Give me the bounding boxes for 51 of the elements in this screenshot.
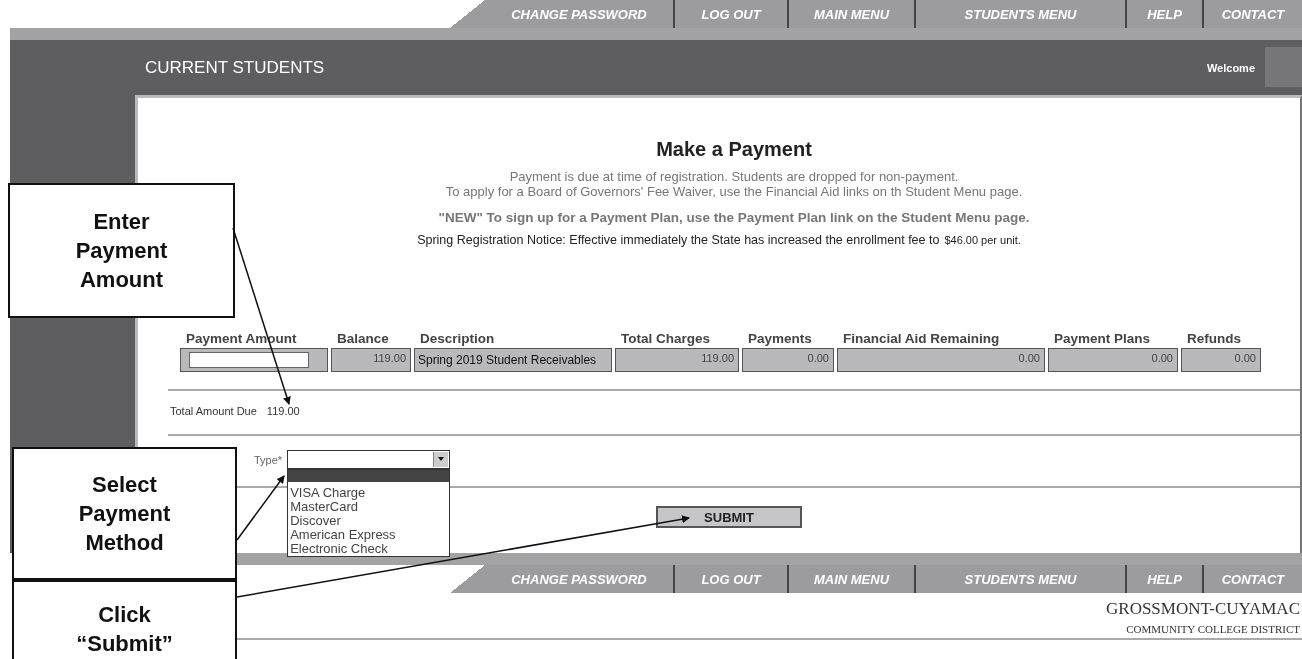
callout-text: Click “Submit” bbox=[75, 601, 174, 658]
registration-notice: Spring Registration Notice: Effective immediately the State has increased the enrollment fee to bbox=[417, 233, 940, 247]
nav-link[interactable]: LOG OUT bbox=[673, 0, 787, 28]
payment-notice: Payment is due at time of registration. Students are dropped for non-payment. bbox=[509, 169, 959, 184]
nav-link[interactable]: LOG OUT bbox=[673, 565, 787, 593]
district-logo-name: GROSSMONT-CUYAMAC bbox=[1106, 599, 1300, 619]
column-header: Balance bbox=[336, 331, 390, 346]
payment-type-label: Type* bbox=[254, 453, 283, 466]
column-header: Refunds bbox=[1186, 331, 1242, 346]
section-title: CURRENT STUDENTS bbox=[144, 57, 326, 78]
payment-notice: To apply for a Board of Governors' Fee Waiver, use the Financial Aid links on th Student Menu page. bbox=[445, 184, 1023, 199]
page-title: Make a Payment bbox=[655, 138, 813, 161]
total-value: 119.00 bbox=[266, 405, 300, 417]
fee-amount: $46.00 per unit. bbox=[944, 234, 1021, 246]
nav-link[interactable]: STUDENTS MENU bbox=[914, 565, 1125, 593]
payment-type-dropdown[interactable] bbox=[287, 450, 451, 469]
column-header: Financial Aid Remaining bbox=[842, 331, 1001, 346]
district-logo-subtitle: COMMUNITY COLLEGE DISTRICT bbox=[1126, 623, 1300, 635]
table-cell: 0.00 bbox=[837, 348, 1045, 372]
payment-amount-field[interactable] bbox=[189, 352, 309, 368]
table-cell: 0.00 bbox=[1048, 348, 1178, 372]
welcome-text: Welcome bbox=[1206, 61, 1255, 74]
nav-link[interactable]: CHANGE PASSWORD bbox=[485, 565, 673, 593]
nav-link[interactable]: CONTACT bbox=[1202, 0, 1302, 28]
nav-link[interactable]: HELP bbox=[1125, 0, 1202, 28]
dropdown-option[interactable]: MasterCard bbox=[288, 500, 450, 514]
user-name-panel bbox=[1265, 47, 1302, 87]
total-label: Total Amount Due bbox=[170, 405, 257, 417]
column-header: Total Charges bbox=[620, 331, 711, 346]
column-header: Description bbox=[419, 331, 496, 346]
dropdown-option[interactable]: American Express bbox=[288, 528, 450, 542]
table-cell: Spring 2019 Student Receivables bbox=[414, 348, 612, 372]
callout-text: Select Payment Method bbox=[77, 471, 172, 557]
table-cell: 0.00 bbox=[742, 348, 834, 372]
table-cell: 119.00 bbox=[331, 348, 411, 372]
nav-link[interactable]: HELP bbox=[1125, 565, 1202, 593]
nav-link[interactable]: CHANGE PASSWORD bbox=[485, 0, 673, 28]
dropdown-option[interactable]: Electronic Check bbox=[288, 542, 450, 556]
nav-link[interactable]: MAIN MENU bbox=[787, 565, 914, 593]
column-header: Payment Plans bbox=[1053, 331, 1152, 346]
nav-link[interactable]: MAIN MENU bbox=[787, 0, 914, 28]
nav-link[interactable]: STUDENTS MENU bbox=[914, 0, 1125, 28]
payment-plan-notice: "NEW" To sign up for a Payment Plan, use the Payment Plan link on the Student Menu page. bbox=[437, 210, 1031, 225]
nav-link[interactable]: CONTACT bbox=[1202, 565, 1302, 593]
dropdown-option[interactable]: Discover bbox=[288, 514, 450, 528]
submit-button[interactable]: SUBMIT bbox=[656, 506, 802, 528]
table-cell: 119.00 bbox=[615, 348, 739, 372]
column-header: Payments bbox=[747, 331, 813, 346]
callout-text: Enter Payment Amount bbox=[74, 208, 169, 294]
table-cell: 0.00 bbox=[1181, 348, 1261, 372]
dropdown-option[interactable]: VISA Charge bbox=[288, 486, 450, 500]
